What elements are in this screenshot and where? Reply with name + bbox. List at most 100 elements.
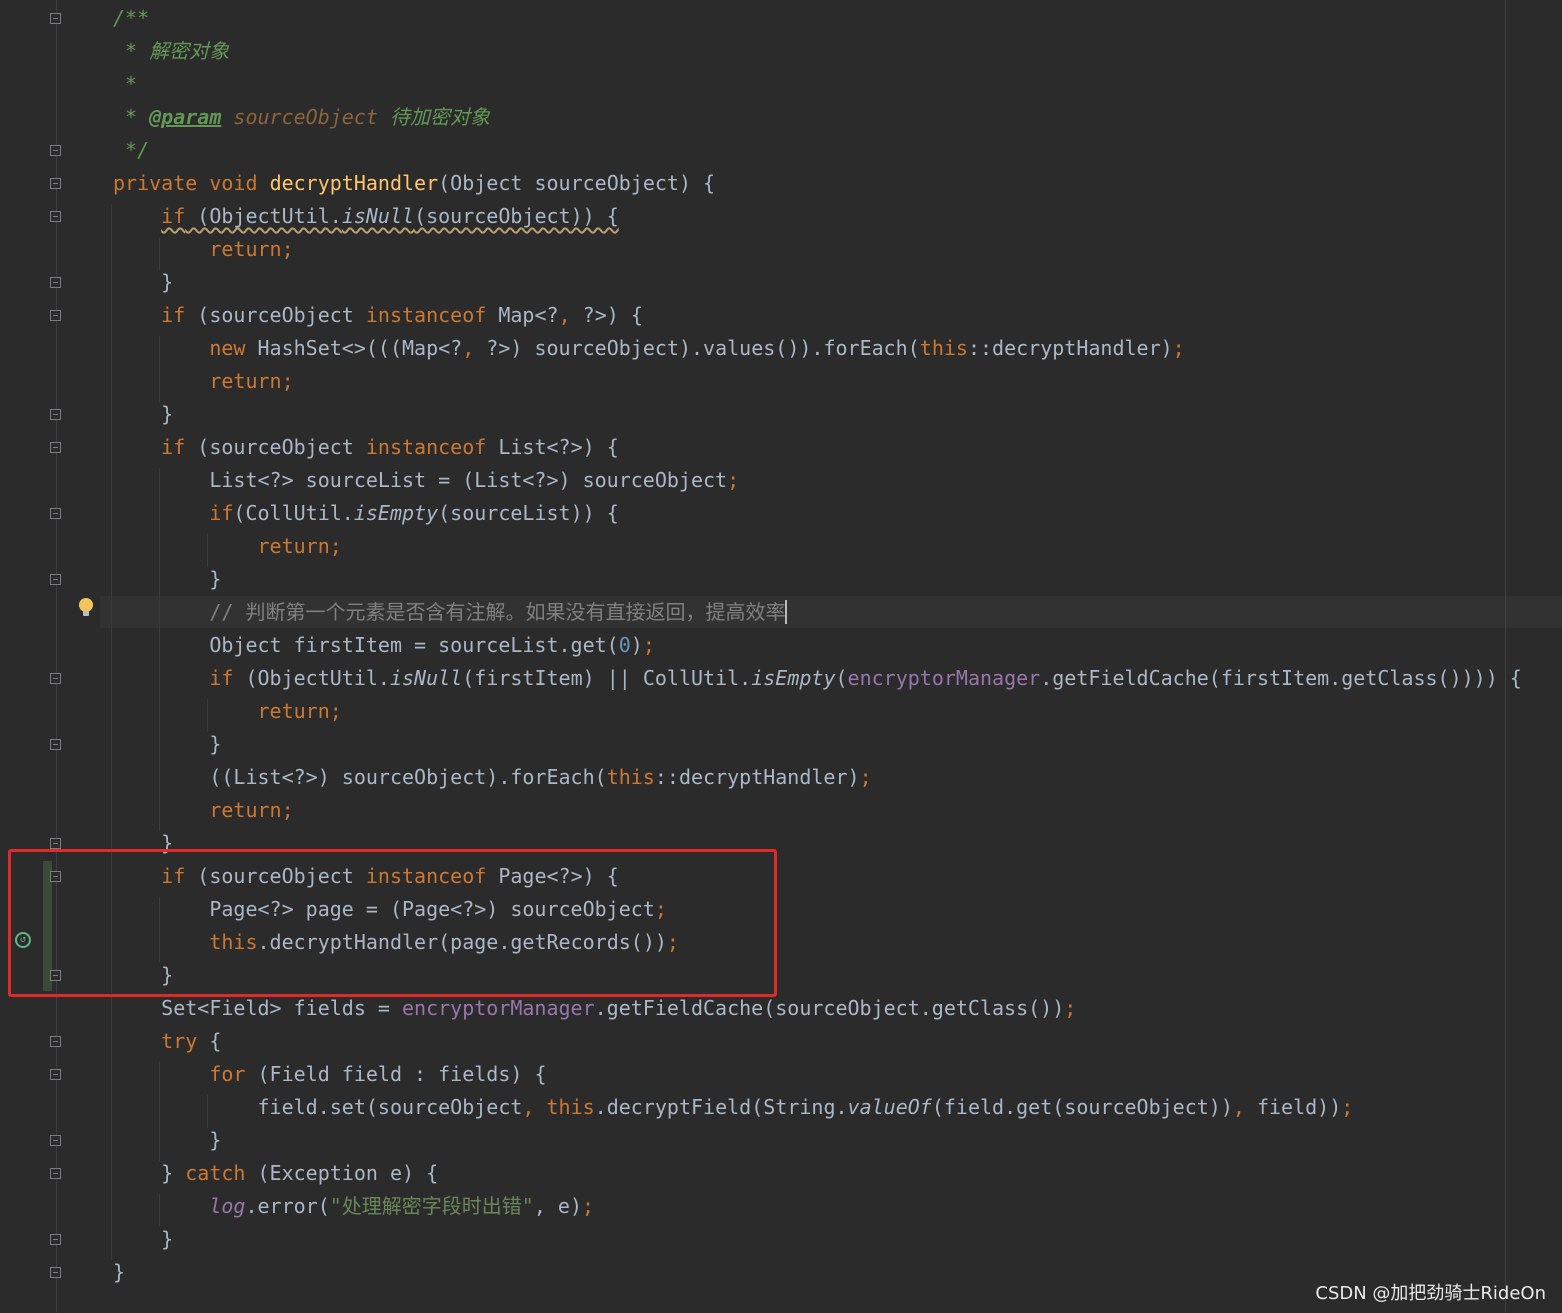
fold-toggle-icon[interactable] — [50, 277, 61, 288]
fold-toggle-icon[interactable] — [50, 310, 61, 321]
code-line[interactable]: if(CollUtil.isEmpty(sourceList)) { — [113, 497, 619, 530]
code-editor[interactable]: ↺ /** * 解密对象 * * @param sourceObject 待加密… — [0, 0, 1562, 1313]
code-line[interactable]: ((List<?>) sourceObject).forEach(this::d… — [113, 761, 872, 794]
code-token: ((List<?>) sourceObject).forEach( — [113, 765, 607, 789]
code-line[interactable]: // 判断第一个元素是否含有注解。如果没有直接返回，提高效率 — [113, 596, 788, 629]
watermark: CSDN @加把劲骑士RideOn — [1315, 1283, 1546, 1304]
right-margin-guide — [1505, 0, 1506, 1313]
fold-toggle-icon[interactable] — [50, 574, 61, 585]
code-line[interactable]: } — [113, 1256, 125, 1289]
code-token: 0 — [618, 633, 631, 657]
code-token: if — [209, 501, 234, 525]
code-token: Object firstItem = sourceList.get( — [113, 633, 619, 657]
code-line[interactable]: return; — [113, 695, 342, 728]
fold-toggle-icon[interactable] — [50, 508, 61, 519]
code-line[interactable]: if (ObjectUtil.isNull(sourceObject)) { — [113, 200, 619, 233]
fold-toggle-icon[interactable] — [50, 739, 61, 750]
code-token: new — [209, 336, 246, 360]
code-line[interactable]: log.error("处理解密字段时出错", e); — [113, 1190, 594, 1223]
code-token: ; — [1064, 996, 1077, 1020]
code-line[interactable]: * @param sourceObject 待加密对象 — [113, 101, 490, 134]
fold-toggle-icon[interactable] — [50, 1234, 61, 1245]
code-line[interactable]: Object firstItem = sourceList.get(0); — [113, 629, 655, 662]
indent-guide — [207, 534, 208, 567]
code-line[interactable]: */ — [113, 134, 149, 167]
code-token: 待加密对象 — [377, 105, 490, 129]
code-token: return; — [257, 699, 342, 723]
code-line[interactable]: private void decryptHandler(Object sourc… — [113, 167, 715, 200]
code-line[interactable]: return; — [113, 530, 342, 563]
fold-toggle-icon[interactable] — [50, 178, 61, 189]
code-token: (sourceObject)) { — [414, 204, 619, 228]
code-token: for — [209, 1062, 246, 1086]
code-token: * — [113, 72, 138, 96]
code-token: (Object sourceObject) { — [438, 171, 716, 195]
code-token: List<?>) { — [486, 435, 619, 459]
code-token: return; — [209, 237, 294, 261]
indent-guide — [159, 237, 160, 270]
fold-toggle-icon[interactable] — [50, 13, 61, 24]
code-line[interactable]: return; — [113, 233, 294, 266]
code-token: (CollUtil. — [233, 501, 354, 525]
code-line[interactable]: } — [113, 266, 173, 299]
code-line[interactable]: } — [113, 1223, 173, 1256]
code-line[interactable]: * — [113, 68, 137, 101]
code-token: (sourceList)) { — [438, 501, 619, 525]
code-token: return; — [209, 369, 294, 393]
code-line[interactable]: return; — [113, 794, 293, 827]
code-token: ?>) { — [570, 303, 643, 327]
code-line[interactable]: /** — [113, 2, 149, 35]
lightbulb-icon[interactable] — [79, 598, 93, 616]
code-token: private — [113, 171, 198, 195]
code-line[interactable]: if (sourceObject instanceof List<?>) { — [113, 431, 619, 464]
code-token: * 解密对象 — [113, 39, 230, 63]
fold-toggle-icon[interactable] — [50, 1135, 61, 1146]
code-line[interactable]: new HashSet<>(((Map<?, ?>) sourceObject)… — [113, 332, 1184, 365]
fold-toggle-icon[interactable] — [50, 1069, 61, 1080]
code-line[interactable]: } — [113, 728, 221, 761]
code-token: ; — [859, 765, 872, 789]
fold-toggle-icon[interactable] — [50, 409, 61, 420]
code-token: log — [209, 1194, 246, 1218]
code-token: this — [606, 765, 655, 789]
code-line[interactable]: * 解密对象 — [113, 35, 229, 68]
code-token: */ — [113, 138, 150, 162]
code-line[interactable]: if (ObjectUtil.isNull(firstItem) || Coll… — [113, 662, 1522, 695]
code-token: ::decryptHandler) — [654, 765, 860, 789]
fold-toggle-icon[interactable] — [50, 442, 61, 453]
code-token: field)) — [1244, 1095, 1342, 1119]
code-token: instanceof — [365, 303, 487, 327]
code-line[interactable]: if (sourceObject instanceof Map<?, ?>) { — [113, 299, 643, 332]
annotation-highlight-box — [8, 849, 777, 997]
code-line[interactable]: } — [113, 1124, 221, 1157]
text-caret — [785, 600, 788, 624]
code-line[interactable]: try { — [113, 1025, 221, 1058]
code-line[interactable]: } — [113, 398, 173, 431]
fold-toggle-icon[interactable] — [50, 211, 61, 222]
code-line[interactable]: } — [113, 563, 221, 596]
fold-toggle-icon[interactable] — [50, 1036, 61, 1047]
code-token: encryptorManager — [847, 666, 1041, 690]
code-line[interactable]: List<?> sourceList = (List<?>) sourceObj… — [113, 464, 739, 497]
fold-toggle-icon[interactable] — [50, 1168, 61, 1179]
code-line[interactable]: return; — [113, 365, 294, 398]
code-line[interactable]: field.set(sourceObject, this.decryptFiel… — [113, 1091, 1353, 1124]
code-line[interactable]: for (Field field : fields) { — [113, 1058, 546, 1091]
indent-guide — [159, 336, 160, 402]
code-line[interactable]: } catch (Exception e) { — [113, 1157, 438, 1190]
fold-toggle-icon[interactable] — [50, 1267, 61, 1278]
fold-toggle-icon[interactable] — [50, 838, 61, 849]
fold-toggle-icon[interactable] — [50, 673, 61, 684]
fold-toggle-icon[interactable] — [50, 145, 61, 156]
editor-gutter[interactable]: ↺ — [0, 0, 100, 1313]
